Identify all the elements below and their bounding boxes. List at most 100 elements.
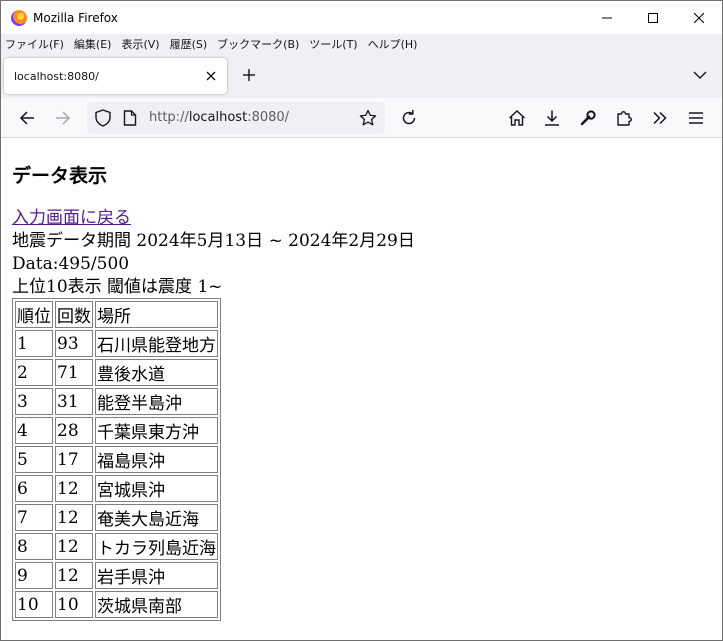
cell-count: 12 [55,562,93,589]
cell-count: 12 [55,533,93,560]
cell-rank: 9 [15,562,53,589]
maximize-button[interactable] [630,1,676,34]
url-text[interactable]: http://localhost:8080/ [149,110,289,125]
ranking-table: 順位 回数 場所 1 93 石川県能登地方 2 71 豊後水道 3 31 能登半… [12,298,221,621]
reload-button[interactable] [395,104,423,132]
page-icon[interactable] [123,110,137,126]
extensions-button[interactable] [610,104,638,132]
window-controls [584,1,722,34]
close-icon [694,12,704,23]
table-header-row: 順位 回数 場所 [15,301,218,328]
shield-icon[interactable] [95,109,111,127]
menu-view[interactable]: 表示(V) [121,36,159,52]
cell-location: 石川県能登地方 [95,330,218,357]
navigation-toolbar: http://localhost:8080/ [1,98,722,138]
wrench-icon [580,110,596,126]
cell-location: 福島県沖 [95,446,218,473]
arrow-right-icon [56,111,71,125]
table-row: 4 28 千葉県東方沖 [15,417,218,444]
cell-count: 93 [55,330,93,357]
more-tools-button[interactable] [646,104,674,132]
cell-count: 12 [55,475,93,502]
close-window-button[interactable] [676,1,722,34]
table-row: 10 10 茨城県南部 [15,591,218,618]
table-row: 9 12 岩手県沖 [15,562,218,589]
tab-close-button[interactable] [199,64,223,88]
minimize-icon [602,17,612,18]
menu-bar: ファイル(F) 編集(E) 表示(V) 履歴(S) ブックマーク(B) ツール(… [1,34,722,54]
header-location: 場所 [95,301,218,328]
menu-history[interactable]: 履歴(S) [170,36,208,52]
data-count-text: Data:495/500 [12,254,130,274]
cell-location: 千葉県東方沖 [95,417,218,444]
chevron-down-icon [693,71,707,79]
cell-location: 能登半島沖 [95,388,218,415]
menu-tools[interactable]: ツール(T) [309,36,357,52]
cell-rank: 2 [15,359,53,386]
cell-count: 31 [55,388,93,415]
downloads-button[interactable] [538,104,566,132]
cell-rank: 6 [15,475,53,502]
cell-rank: 3 [15,388,53,415]
back-to-input-link[interactable]: 入力画面に戻る [12,207,131,230]
tools-button[interactable] [574,104,602,132]
title-bar: Mozilla Firefox [1,1,722,34]
chevron-double-right-icon [653,111,667,125]
tab-title: localhost:8080/ [14,69,99,83]
table-row: 6 12 宮城県沖 [15,475,218,502]
tab-strip: localhost:8080/ [1,54,722,98]
table-row: 1 93 石川県能登地方 [15,330,218,357]
new-tab-button[interactable] [237,63,261,87]
threshold-text: 上位10表示 閾値は震度 1~ [12,277,223,297]
cell-count: 28 [55,417,93,444]
puzzle-icon [617,111,632,126]
close-icon [206,71,216,81]
tab-localhost[interactable]: localhost:8080/ [4,58,227,94]
cell-count: 17 [55,446,93,473]
reload-icon [402,110,416,125]
cell-count: 12 [55,504,93,531]
download-icon [545,110,559,126]
forward-button[interactable] [49,104,77,132]
bookmark-star-icon[interactable] [359,109,377,127]
list-all-tabs-button[interactable] [688,63,712,87]
data-period-text: 地震データ期間 2024年5月13日 ~ 2024年2月29日 [12,231,415,251]
url-host: localhost [188,110,248,125]
header-rank: 順位 [15,301,53,328]
app-menu-button[interactable] [682,104,710,132]
cell-rank: 4 [15,417,53,444]
cell-location: 茨城県南部 [95,591,218,618]
cell-location: 豊後水道 [95,359,218,386]
cell-rank: 7 [15,504,53,531]
app-title: Mozilla Firefox [33,10,118,25]
menu-help[interactable]: ヘルプ(H) [368,36,418,52]
minimize-button[interactable] [584,1,630,34]
menu-edit[interactable]: 編集(E) [74,36,112,52]
cell-rank: 10 [15,591,53,618]
cell-count: 71 [55,359,93,386]
table-row: 7 12 奄美大島近海 [15,504,218,531]
table-row: 2 71 豊後水道 [15,359,218,386]
url-path: :8080/ [247,110,290,125]
header-count: 回数 [55,301,93,328]
cell-count: 10 [55,591,93,618]
home-button[interactable] [503,104,531,132]
cell-rank: 1 [15,330,53,357]
menu-file[interactable]: ファイル(F) [5,36,64,52]
cell-location: 岩手県沖 [95,562,218,589]
table-row: 3 31 能登半島沖 [15,388,218,415]
page-title: データ表示 [12,165,108,187]
plus-icon [243,69,255,81]
arrow-left-icon [19,111,34,125]
browser-window: Mozilla Firefox ファイル(F) 編集(E) 表示(V) 履歴(S… [0,0,723,641]
url-scheme: http:// [149,110,189,125]
cell-rank: 5 [15,446,53,473]
cell-location: 奄美大島近海 [95,504,218,531]
cell-rank: 8 [15,533,53,560]
menu-bookmarks[interactable]: ブックマーク(B) [217,36,299,52]
page-content: データ表示 入力画面に戻る 地震データ期間 2024年5月13日 ~ 2024年… [1,139,722,640]
table-row: 8 12 トカラ列島近海 [15,533,218,560]
table-row: 5 17 福島県沖 [15,446,218,473]
back-button[interactable] [13,104,41,132]
url-bar[interactable]: http://localhost:8080/ [87,102,385,134]
